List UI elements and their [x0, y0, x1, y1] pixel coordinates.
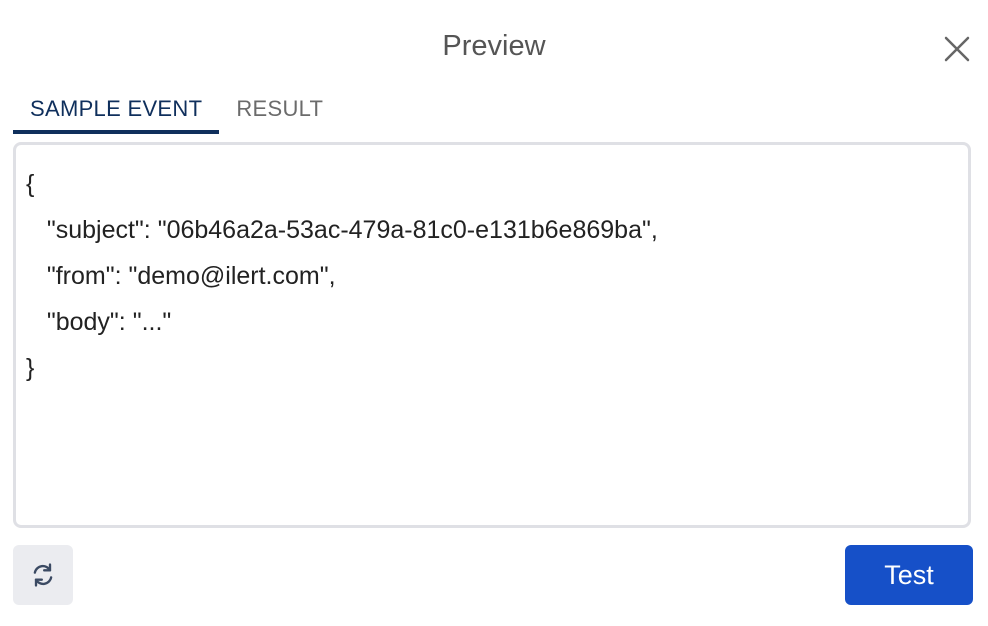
close-icon — [944, 36, 970, 62]
dialog-title: Preview — [442, 30, 546, 62]
tab-bar: SAMPLE EVENT RESULT — [13, 92, 340, 134]
tab-sample-event[interactable]: SAMPLE EVENT — [13, 92, 220, 134]
code-line: "body": "..." — [26, 308, 172, 336]
code-line: "subject": "06b46a2a-53ac-479a-81c0-e131… — [26, 216, 658, 244]
sample-event-editor[interactable]: { "subject": "06b46a2a-53ac-479a-81c0-e1… — [13, 142, 971, 528]
refresh-icon — [33, 563, 53, 587]
code-line: { — [26, 170, 35, 198]
tab-result[interactable]: RESULT — [219, 92, 340, 134]
test-button[interactable]: Test — [845, 545, 973, 605]
refresh-button[interactable] — [13, 545, 73, 605]
close-button[interactable] — [942, 34, 972, 64]
code-line: } — [26, 354, 35, 382]
code-line: "from": "demo@ilert.com", — [26, 262, 336, 290]
code-content: { "subject": "06b46a2a-53ac-479a-81c0-e1… — [26, 161, 658, 391]
